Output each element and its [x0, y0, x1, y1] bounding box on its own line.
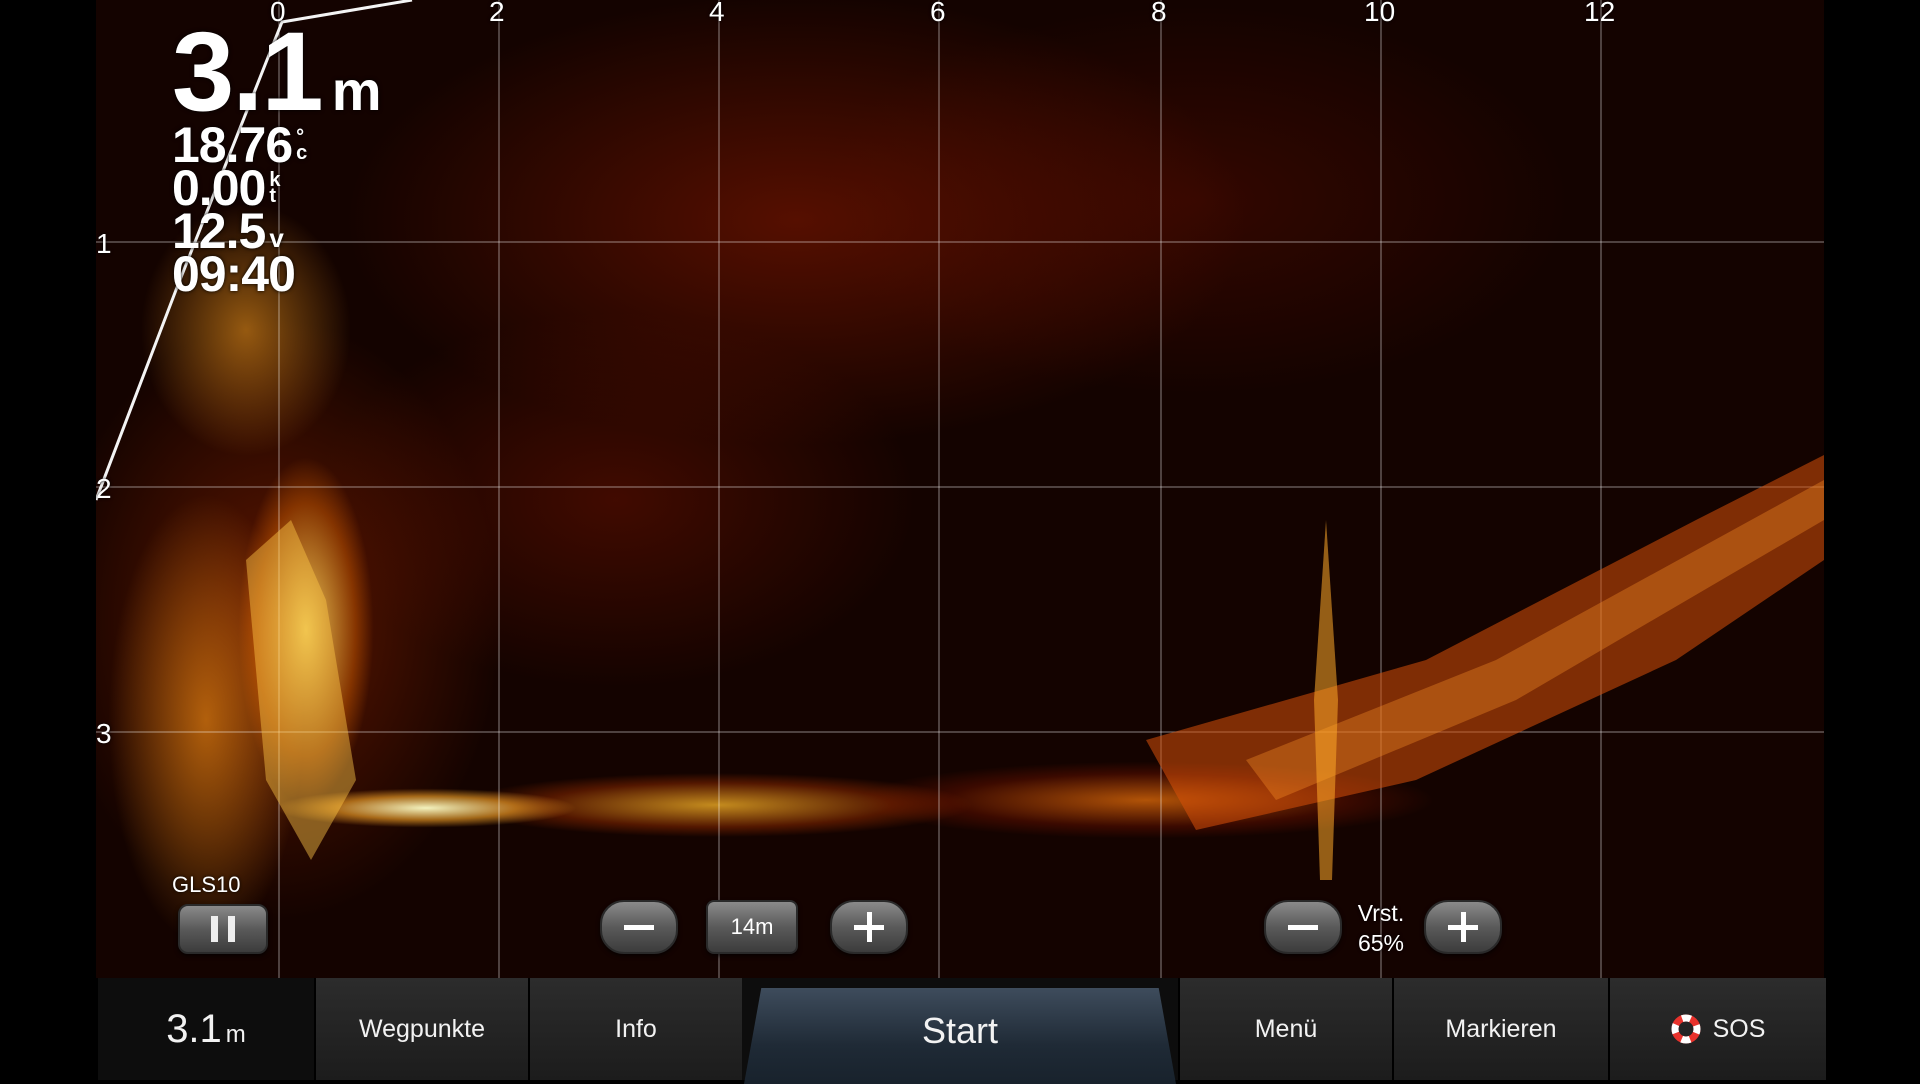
- gain-label: Vrst.: [1357, 900, 1405, 926]
- bar-depth-value: 3.1: [166, 1006, 222, 1051]
- pause-button[interactable]: [178, 904, 268, 954]
- lifebuoy-icon: [1671, 1014, 1701, 1044]
- sos-button[interactable]: SOS: [1608, 978, 1826, 1080]
- time-value: 09:40: [172, 246, 296, 302]
- bottom-bar: 3.1 m Wegpunkte Info Start Menü Markiere…: [96, 978, 1826, 1084]
- top-axis-label: 2: [489, 0, 505, 27]
- range-decrease-button[interactable]: [600, 900, 678, 954]
- bar-depth-unit: m: [225, 1021, 246, 1048]
- left-axis-label: 2: [96, 473, 112, 504]
- top-axis-label: 6: [930, 0, 946, 27]
- depth-readout: 3.1 m: [172, 9, 382, 134]
- top-axis-label: 12: [1584, 0, 1616, 27]
- time-readout: 09:40: [172, 246, 382, 302]
- top-axis-label: 4: [709, 0, 725, 27]
- depth-value: 3.1: [172, 9, 324, 134]
- top-axis-label: 8: [1151, 0, 1167, 27]
- left-axis-label: 1: [96, 228, 112, 259]
- top-axis-label: 10: [1364, 0, 1396, 27]
- gain-value: 65%: [1357, 930, 1405, 956]
- plus-icon: [1448, 912, 1478, 942]
- minus-icon: [624, 924, 654, 930]
- sos-label: SOS: [1712, 1014, 1766, 1043]
- gain-readout: Vrst. 65%: [1348, 898, 1414, 958]
- plus-icon: [854, 912, 884, 942]
- data-readouts: 3.1 m 18.76 ° c 0.00 k t 12.5 v 09:40: [172, 9, 382, 302]
- depth-unit: m: [331, 59, 382, 122]
- range-increase-button[interactable]: [830, 900, 908, 954]
- range-value-button[interactable]: 14m: [706, 900, 798, 954]
- mark-button[interactable]: Markieren: [1392, 978, 1608, 1080]
- bar-depth-readout: 3.1 m: [96, 978, 314, 1080]
- sonar-return-slope: [1146, 455, 1824, 830]
- info-button[interactable]: Info: [528, 978, 742, 1080]
- pause-icon: [206, 916, 240, 942]
- sonar-return-streak: [1314, 520, 1338, 880]
- minus-icon: [1288, 924, 1318, 930]
- menu-button[interactable]: Menü: [1178, 978, 1392, 1080]
- transducer-source-label: GLS10: [172, 872, 241, 897]
- left-axis-label: 3: [96, 718, 112, 749]
- sonar-return-structure: [246, 520, 356, 860]
- gain-increase-button[interactable]: [1424, 900, 1502, 954]
- waypoints-button[interactable]: Wegpunkte: [314, 978, 528, 1080]
- gain-decrease-button[interactable]: [1264, 900, 1342, 954]
- temperature-unit-c: c: [296, 142, 308, 164]
- speed-unit-t: t: [269, 185, 276, 207]
- start-button[interactable]: Start: [744, 988, 1176, 1084]
